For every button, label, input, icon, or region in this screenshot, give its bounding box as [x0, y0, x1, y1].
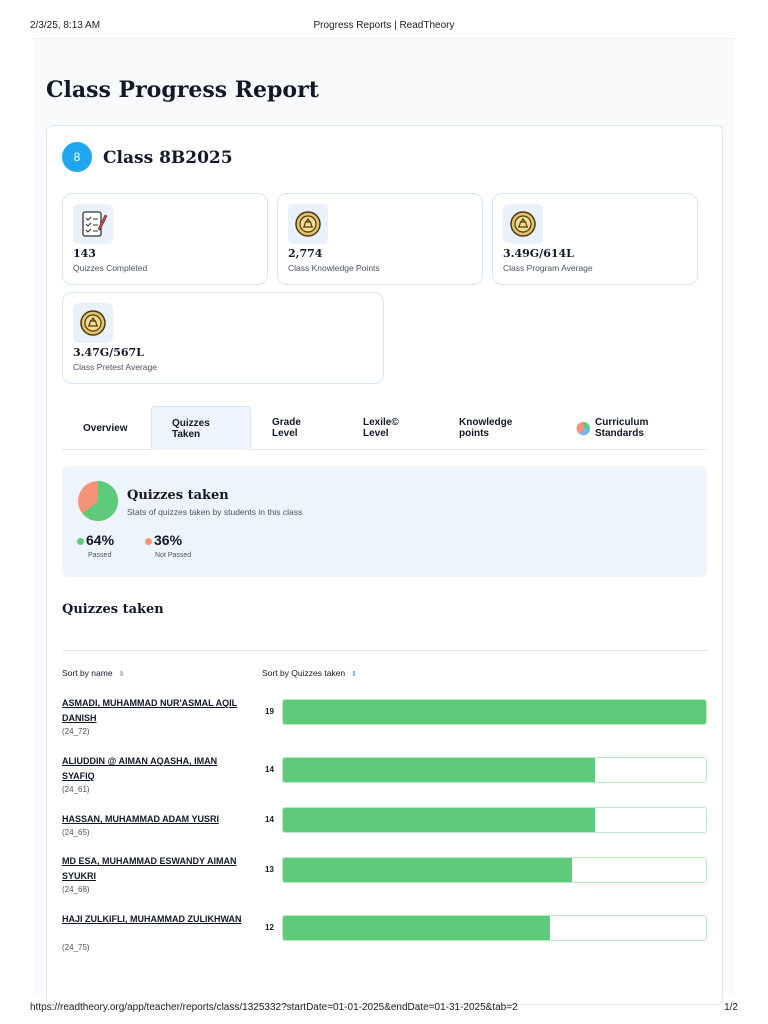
- quiz-progress-bar: [282, 915, 707, 941]
- tab-lexile-level[interactable]: Lexile© Level: [363, 406, 443, 450]
- quiz-progress-fill: [283, 758, 595, 782]
- report-tabs: Overview Quizzes Taken Grade Level Lexil…: [62, 406, 707, 450]
- section-title: Quizzes taken: [62, 602, 164, 617]
- print-footer: https://readtheory.org/app/teacher/repor…: [0, 994, 768, 1024]
- print-page-number: 1/2: [724, 1002, 738, 1013]
- quizzes-summary-card: Quizzes taken Stats of quizzes taken by …: [62, 466, 707, 577]
- stat-label: Class Knowledge Points: [288, 263, 380, 273]
- stat-label: Quizzes Completed: [73, 263, 148, 273]
- student-id: (24_68): [62, 885, 90, 894]
- stat-card-program-average: 3.49G/614L Class Program Average: [492, 193, 698, 285]
- class-badge: 8: [62, 142, 92, 172]
- tab-overview[interactable]: Overview: [62, 406, 148, 450]
- sort-by-name[interactable]: Sort by name ⇕: [62, 668, 124, 678]
- stat-value: 143: [73, 247, 96, 260]
- student-id: (24_65): [62, 828, 90, 837]
- stat-card-quizzes-completed: 143 Quizzes Completed: [62, 193, 268, 285]
- stat-card-pretest-average: 3.47G/567L Class Pretest Average: [62, 292, 384, 384]
- student-name-link[interactable]: HAJI ZULKIFLI, MUHAMMAD ZULIKHWAN: [62, 912, 242, 927]
- student-name-link[interactable]: HASSAN, MUHAMMAD ADAM YUSRI: [62, 812, 242, 827]
- class-name: Class 8B2025: [103, 148, 233, 168]
- passed-dot: [77, 537, 84, 545]
- quiz-count: 19: [265, 707, 274, 716]
- print-header: 2/3/25, 8:13 AM Progress Reports | ReadT…: [0, 0, 768, 38]
- not-passed-label: Not Passed: [155, 552, 192, 559]
- stat-value: 3.47G/567L: [73, 346, 144, 359]
- quiz-progress-bar: [282, 807, 707, 833]
- class-card: 8 Class 8B2025 143 Quizzes Completed 2,7…: [46, 125, 723, 1005]
- page-title: Class Progress Report: [46, 77, 319, 103]
- quiz-progress-bar: [282, 699, 707, 725]
- summary-title: Quizzes taken: [127, 488, 229, 503]
- student-id: (24_72): [62, 727, 90, 736]
- passed-pie-chart: [78, 481, 118, 521]
- sort-arrows-icon: ⇕: [351, 671, 358, 678]
- student-name-link[interactable]: MD ESA, MUHAMMAD ESWANDY AIMAN SYUKRI: [62, 854, 242, 884]
- student-id: (24_61): [62, 785, 90, 794]
- quiz-progress-fill: [283, 700, 706, 724]
- print-page-title: Progress Reports | ReadTheory: [313, 20, 455, 31]
- summary-subtitle: Stats of quizzes taken by students in th…: [127, 507, 303, 517]
- checklist-icon: [73, 204, 113, 244]
- quiz-count: 13: [265, 865, 274, 874]
- passed-label: Passed: [88, 552, 112, 559]
- divider: [62, 650, 707, 651]
- quiz-count: 14: [265, 815, 274, 824]
- print-url: https://readtheory.org/app/teacher/repor…: [30, 1002, 518, 1013]
- tab-grade-level[interactable]: Grade Level: [272, 406, 352, 450]
- student-id: (24_75): [62, 943, 90, 952]
- tab-quizzes-taken[interactable]: Quizzes Taken: [151, 406, 251, 450]
- not-passed-percentage: 36%: [145, 532, 182, 548]
- stat-label: Class Pretest Average: [73, 362, 157, 372]
- quiz-count: 14: [265, 765, 274, 774]
- stat-value: 2,774: [288, 247, 323, 260]
- stat-label: Class Program Average: [503, 263, 593, 273]
- student-name-link[interactable]: ALIUDDIN @ AIMAN AQASHA, IMAN SYAFIQ: [62, 754, 242, 784]
- medal-icon: [288, 204, 328, 244]
- medal-icon: [503, 204, 543, 244]
- pie-chart-icon: [576, 421, 591, 436]
- quiz-progress-fill: [283, 808, 595, 832]
- quiz-progress-bar: [282, 757, 707, 783]
- stat-value: 3.49G/614L: [503, 247, 574, 260]
- student-name-link[interactable]: ASMADI, MUHAMMAD NUR'ASMAL AQIL DANISH: [62, 696, 242, 726]
- not-passed-dot: [145, 537, 152, 545]
- quiz-progress-fill: [283, 916, 551, 940]
- quiz-count: 12: [265, 923, 274, 932]
- medal-icon: [73, 303, 113, 343]
- report-page: Class Progress Report 8 Class 8B2025 143…: [34, 38, 734, 1005]
- tab-curriculum-standards[interactable]: Curriculum Standards: [576, 406, 696, 450]
- stat-card-knowledge-points: 2,774 Class Knowledge Points: [277, 193, 483, 285]
- quiz-progress-fill: [283, 858, 573, 882]
- sort-arrows-icon: ⇕: [118, 671, 125, 678]
- passed-percentage: 64%: [77, 532, 114, 548]
- tab-knowledge-points[interactable]: Knowledge points: [459, 406, 559, 450]
- sort-by-quizzes[interactable]: Sort by Quizzes taken ⇕: [262, 668, 357, 678]
- quiz-progress-bar: [282, 857, 707, 883]
